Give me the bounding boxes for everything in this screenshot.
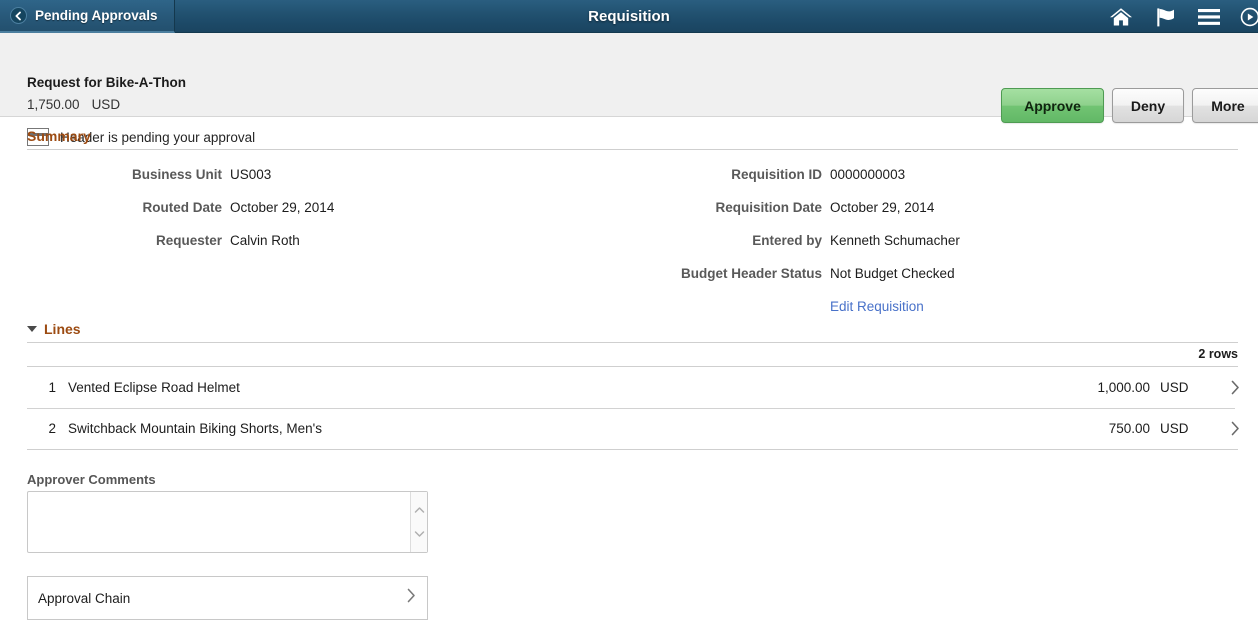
nav-icon-group <box>1108 0 1258 33</box>
field-routed-date-label: Routed Date <box>142 200 222 215</box>
requisition-total-amount: 1,750.00 <box>27 97 80 112</box>
actions-circle-icon[interactable] <box>1240 4 1258 30</box>
lines-section-heading[interactable]: Lines <box>0 310 1258 342</box>
table-row[interactable]: 2 Switchback Mountain Biking Shorts, Men… <box>0 408 1258 449</box>
field-business-unit-label: Business Unit <box>131 167 222 182</box>
field-entered-by-label: Entered by <box>752 233 822 248</box>
line-description: Switchback Mountain Biking Shorts, Men's <box>68 421 322 436</box>
home-icon[interactable] <box>1108 4 1134 30</box>
edit-requisition-link[interactable]: Edit Requisition <box>830 299 924 314</box>
line-amount: 750.00 <box>1108 421 1150 436</box>
lines-row-count-label: 2 rows <box>1198 347 1238 361</box>
line-number: 2 <box>48 421 56 436</box>
approval-chain-button[interactable]: Approval Chain <box>27 576 428 620</box>
field-requester: Requester Calvin Roth <box>26 233 300 248</box>
chevron-up-icon[interactable] <box>414 506 425 514</box>
summary-fields: Business Unit US003 Routed Date October … <box>0 150 1258 314</box>
flag-icon[interactable] <box>1152 4 1178 30</box>
field-routed-date: Routed Date October 29, 2014 <box>26 200 334 215</box>
field-requisition-id-value: 0000000003 <box>830 167 906 182</box>
approver-comments-box <box>27 491 428 553</box>
back-to-pending-approvals-button[interactable]: Pending Approvals <box>0 0 175 33</box>
lines-row-count: 2 rows <box>0 343 1258 366</box>
approver-comments-section: Approver Comments <box>0 450 1258 553</box>
field-budget-header-status-value: Not Budget Checked <box>830 266 955 281</box>
field-business-unit-value: US003 <box>230 167 272 182</box>
top-navigation-bar: Pending Approvals Requisition <box>0 0 1258 33</box>
comments-scrollbar[interactable] <box>410 492 427 552</box>
approver-comments-input[interactable] <box>28 492 410 552</box>
chevron-down-scroll-icon[interactable] <box>414 530 425 538</box>
hamburger-menu-icon[interactable] <box>1196 4 1222 30</box>
requisition-name: Request for Bike-A-Thon <box>27 75 187 90</box>
line-currency: USD <box>1160 380 1189 395</box>
field-requisition-date-label: Requisition Date <box>715 200 822 215</box>
line-description: Vented Eclipse Road Helmet <box>68 380 240 395</box>
field-budget-header-status: Budget Header Status Not Budget Checked <box>626 266 955 281</box>
lines-table: 1 Vented Eclipse Road Helmet 1,000.00 US… <box>0 367 1258 449</box>
field-requisition-date-value: October 29, 2014 <box>830 200 935 215</box>
field-requester-value: Calvin Roth <box>230 233 300 248</box>
approval-chain-label: Approval Chain <box>38 590 131 606</box>
table-row[interactable]: 1 Vented Eclipse Road Helmet 1,000.00 US… <box>0 367 1258 408</box>
requisition-content: Summary Business Unit US003 Routed Date … <box>0 117 1258 620</box>
chevron-right-icon <box>406 588 416 608</box>
summary-section-heading: Summary <box>0 117 1258 149</box>
line-number: 1 <box>48 380 56 395</box>
line-currency: USD <box>1160 421 1189 436</box>
approver-comments-label: Approver Comments <box>27 472 156 487</box>
field-entered-by: Entered by Kenneth Schumacher <box>626 233 960 248</box>
requisition-total: 1,750.00 USD <box>27 97 120 112</box>
chevron-right-icon[interactable] <box>1212 380 1258 395</box>
requisition-total-currency: USD <box>91 97 121 112</box>
chevron-down-icon <box>27 326 37 332</box>
field-requisition-id: Requisition ID 0000000003 <box>626 167 905 182</box>
field-entered-by-value: Kenneth Schumacher <box>830 233 960 248</box>
field-requisition-date: Requisition Date October 29, 2014 <box>626 200 934 215</box>
chevron-left-icon <box>10 7 27 24</box>
line-amount: 1,000.00 <box>1097 380 1150 395</box>
field-business-unit: Business Unit US003 <box>26 167 271 182</box>
summary-heading-label: Summary <box>27 128 91 144</box>
field-requester-label: Requester <box>155 233 222 248</box>
back-button-label: Pending Approvals <box>35 8 158 23</box>
field-routed-date-value: October 29, 2014 <box>230 200 335 215</box>
page-title: Requisition <box>588 8 670 25</box>
lines-heading-label: Lines <box>44 321 81 337</box>
field-budget-header-status-label: Budget Header Status <box>680 266 822 281</box>
field-requisition-id-label: Requisition ID <box>731 167 822 182</box>
requisition-subheader: Request for Bike-A-Thon 1,750.00 USD Head… <box>0 33 1258 146</box>
chevron-right-icon[interactable] <box>1212 421 1258 436</box>
